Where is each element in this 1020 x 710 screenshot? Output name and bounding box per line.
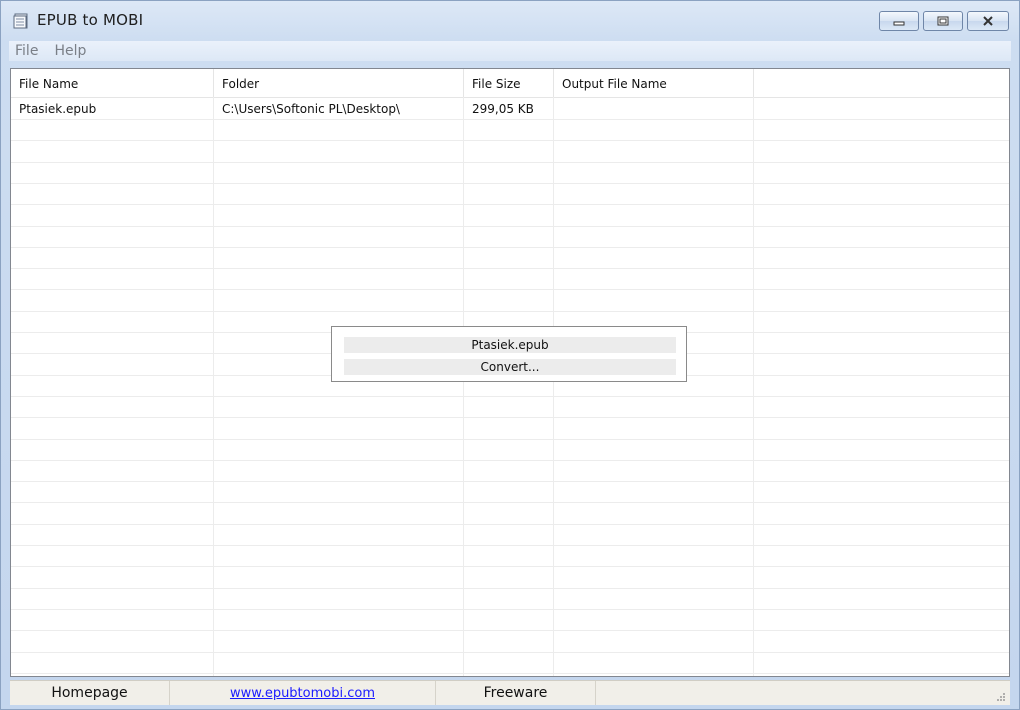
- table-row[interactable]: [11, 652, 1009, 674]
- cell-output-file-name[interactable]: [554, 99, 754, 120]
- book-stack-icon: [13, 13, 28, 29]
- cell-folder[interactable]: C:\Users\Softonic PL\Desktop\: [214, 99, 464, 120]
- status-bar: Homepage www.epubtomobi.com Freeware: [10, 680, 1010, 705]
- table-row[interactable]: [11, 119, 1009, 142]
- popup-status: Convert...: [344, 359, 676, 375]
- column-header-file-name[interactable]: File Name: [11, 69, 214, 97]
- table-row[interactable]: [11, 545, 1009, 568]
- table-row[interactable]: [11, 439, 1009, 461]
- window-title: EPUB to MOBI: [37, 11, 144, 29]
- table-row[interactable]: [11, 247, 1009, 270]
- resize-grip-icon[interactable]: [996, 692, 1006, 702]
- table-row[interactable]: [11, 162, 1009, 184]
- cell-file-size[interactable]: 299,05 KB: [464, 99, 554, 120]
- table-row[interactable]: [11, 226, 1009, 248]
- status-homepage: Homepage: [10, 681, 170, 705]
- column-header-output-file-name[interactable]: Output File Name: [554, 69, 754, 97]
- status-url-cell: www.epubtomobi.com: [170, 681, 436, 705]
- maximize-icon: [937, 16, 949, 26]
- table-row[interactable]: [11, 205, 1009, 227]
- column-divider: [753, 97, 754, 676]
- status-license: Freeware: [436, 681, 596, 705]
- minimize-icon: [893, 21, 905, 26]
- homepage-link[interactable]: www.epubtomobi.com: [230, 686, 375, 701]
- table-row[interactable]: [11, 567, 1009, 589]
- column-divider: [553, 97, 554, 676]
- cell-file-name[interactable]: Ptasiek.epub: [11, 99, 214, 120]
- column-header-file-size[interactable]: File Size: [464, 69, 554, 97]
- table-row[interactable]: [11, 524, 1009, 546]
- menu-help[interactable]: Help: [48, 43, 92, 59]
- table-row[interactable]: [11, 481, 1009, 504]
- table-row[interactable]: [11, 460, 1009, 483]
- table-row[interactable]: [11, 290, 1009, 312]
- menu-file[interactable]: File: [9, 43, 44, 59]
- close-icon: [983, 16, 993, 26]
- table-row[interactable]: [11, 183, 1009, 206]
- popup-file-name: Ptasiek.epub: [344, 337, 676, 353]
- column-divider: [463, 97, 464, 676]
- minimize-button[interactable]: [879, 11, 919, 31]
- column-header-row: File Name Folder File Size Output File N…: [11, 69, 1009, 98]
- menu-bar: File Help: [9, 41, 1011, 61]
- close-button[interactable]: [967, 11, 1009, 31]
- window-controls: [879, 11, 1009, 33]
- conversion-progress-popup: Ptasiek.epub Convert...: [331, 326, 687, 382]
- table-row[interactable]: [11, 268, 1009, 291]
- table-row[interactable]: [11, 588, 1009, 610]
- app-window: EPUB to MOBI File Help File Name Folder …: [0, 0, 1020, 710]
- table-row[interactable]: [11, 141, 1009, 163]
- maximize-button[interactable]: [923, 11, 963, 31]
- table-row[interactable]: [11, 609, 1009, 632]
- column-header-empty: [754, 69, 1009, 97]
- table-row[interactable]: [11, 396, 1009, 419]
- column-divider: [213, 97, 214, 676]
- column-header-folder[interactable]: Folder: [214, 69, 464, 97]
- table-row[interactable]: [11, 631, 1009, 653]
- table-row[interactable]: [11, 418, 1009, 440]
- title-bar[interactable]: EPUB to MOBI: [1, 1, 1019, 41]
- table-row[interactable]: [11, 503, 1009, 525]
